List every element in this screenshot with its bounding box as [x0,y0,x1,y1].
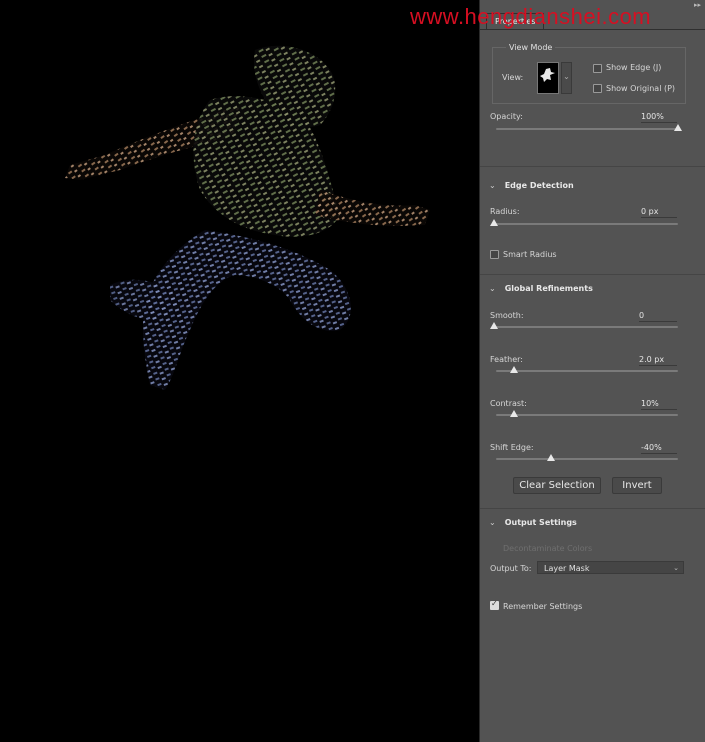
opacity-label: Opacity: [490,112,523,121]
smooth-slider-handle[interactable] [490,322,498,329]
show-original-label: Show Original (P) [606,84,676,93]
shift-edge-slider-track[interactable] [496,458,678,460]
contrast-slider-track[interactable] [496,414,678,416]
canvas-area[interactable] [0,0,479,742]
divider [480,508,705,509]
global-refinements-title: Global Refinements [504,284,593,293]
feather-slider-track[interactable] [496,370,678,372]
smart-radius-checkbox[interactable] [490,250,499,259]
chevron-down-icon: ⌄ [489,518,496,527]
radius-slider-handle[interactable] [490,219,498,226]
smooth-label: Smooth: [490,311,524,320]
shift-edge-slider-handle[interactable] [546,454,555,461]
divider [480,166,705,167]
remember-settings-checkbox[interactable] [490,599,499,610]
contrast-value[interactable]: 10% [641,399,677,410]
view-mode-title: View Mode [506,43,556,52]
radius-label: Radius: [490,207,520,216]
chevron-down-icon: ⌄ [489,284,496,293]
opacity-slider-track[interactable] [496,128,678,130]
chevron-down-icon: ⌄ [673,564,679,572]
output-to-label: Output To: [490,564,532,573]
opacity-slider-handle[interactable] [674,124,682,131]
contrast-slider-handle[interactable] [510,410,519,417]
shift-edge-label: Shift Edge: [490,443,534,452]
output-settings-header[interactable]: ⌄ Output Settings [489,518,577,527]
clear-selection-button[interactable]: Clear Selection [513,477,601,494]
feather-label: Feather: [490,355,523,364]
properties-panel: ▸▸ Properties View Mode View: ⌄ Show Edg… [479,0,705,742]
figure-thumbnail-icon [540,68,555,82]
invert-button[interactable]: Invert [612,477,662,494]
chevron-down-icon: ⌄ [563,72,570,81]
show-original-checkbox[interactable] [593,84,602,93]
view-mode-dropdown[interactable]: ⌄ [561,62,572,94]
typographic-jumping-figure [65,45,430,390]
edge-detection-header[interactable]: ⌄ Edge Detection [489,181,574,190]
output-to-value: Layer Mask [544,564,590,573]
feather-value[interactable]: 2.0 px [639,355,677,366]
feather-slider-handle[interactable] [510,366,519,373]
smart-radius-label: Smart Radius [503,250,557,259]
smooth-slider-track[interactable] [494,326,678,328]
collapse-panel-icon[interactable]: ▸▸ [694,1,701,9]
decontaminate-colors-label: Decontaminate Colors [503,544,593,553]
radius-slider-track[interactable] [494,223,678,225]
show-edge-checkbox[interactable] [593,64,602,73]
output-settings-title: Output Settings [504,518,577,527]
contrast-label: Contrast: [490,399,527,408]
chevron-down-icon: ⌄ [489,181,496,190]
edge-detection-title: Edge Detection [504,181,574,190]
show-edge-label: Show Edge (J) [606,63,662,72]
view-label: View: [502,73,524,82]
divider [480,274,705,275]
global-refinements-header[interactable]: ⌄ Global Refinements [489,284,593,293]
radius-value[interactable]: 0 px [641,207,677,218]
shift-edge-value[interactable]: -40% [641,443,677,454]
smooth-value[interactable]: 0 [639,311,677,322]
output-to-select[interactable]: Layer Mask ⌄ [537,561,684,574]
remember-settings-label: Remember Settings [503,602,583,611]
opacity-value[interactable]: 100% [641,112,677,123]
view-mode-thumbnail[interactable] [537,62,559,94]
watermark-url: www.hengdianshei.com [410,4,652,29]
